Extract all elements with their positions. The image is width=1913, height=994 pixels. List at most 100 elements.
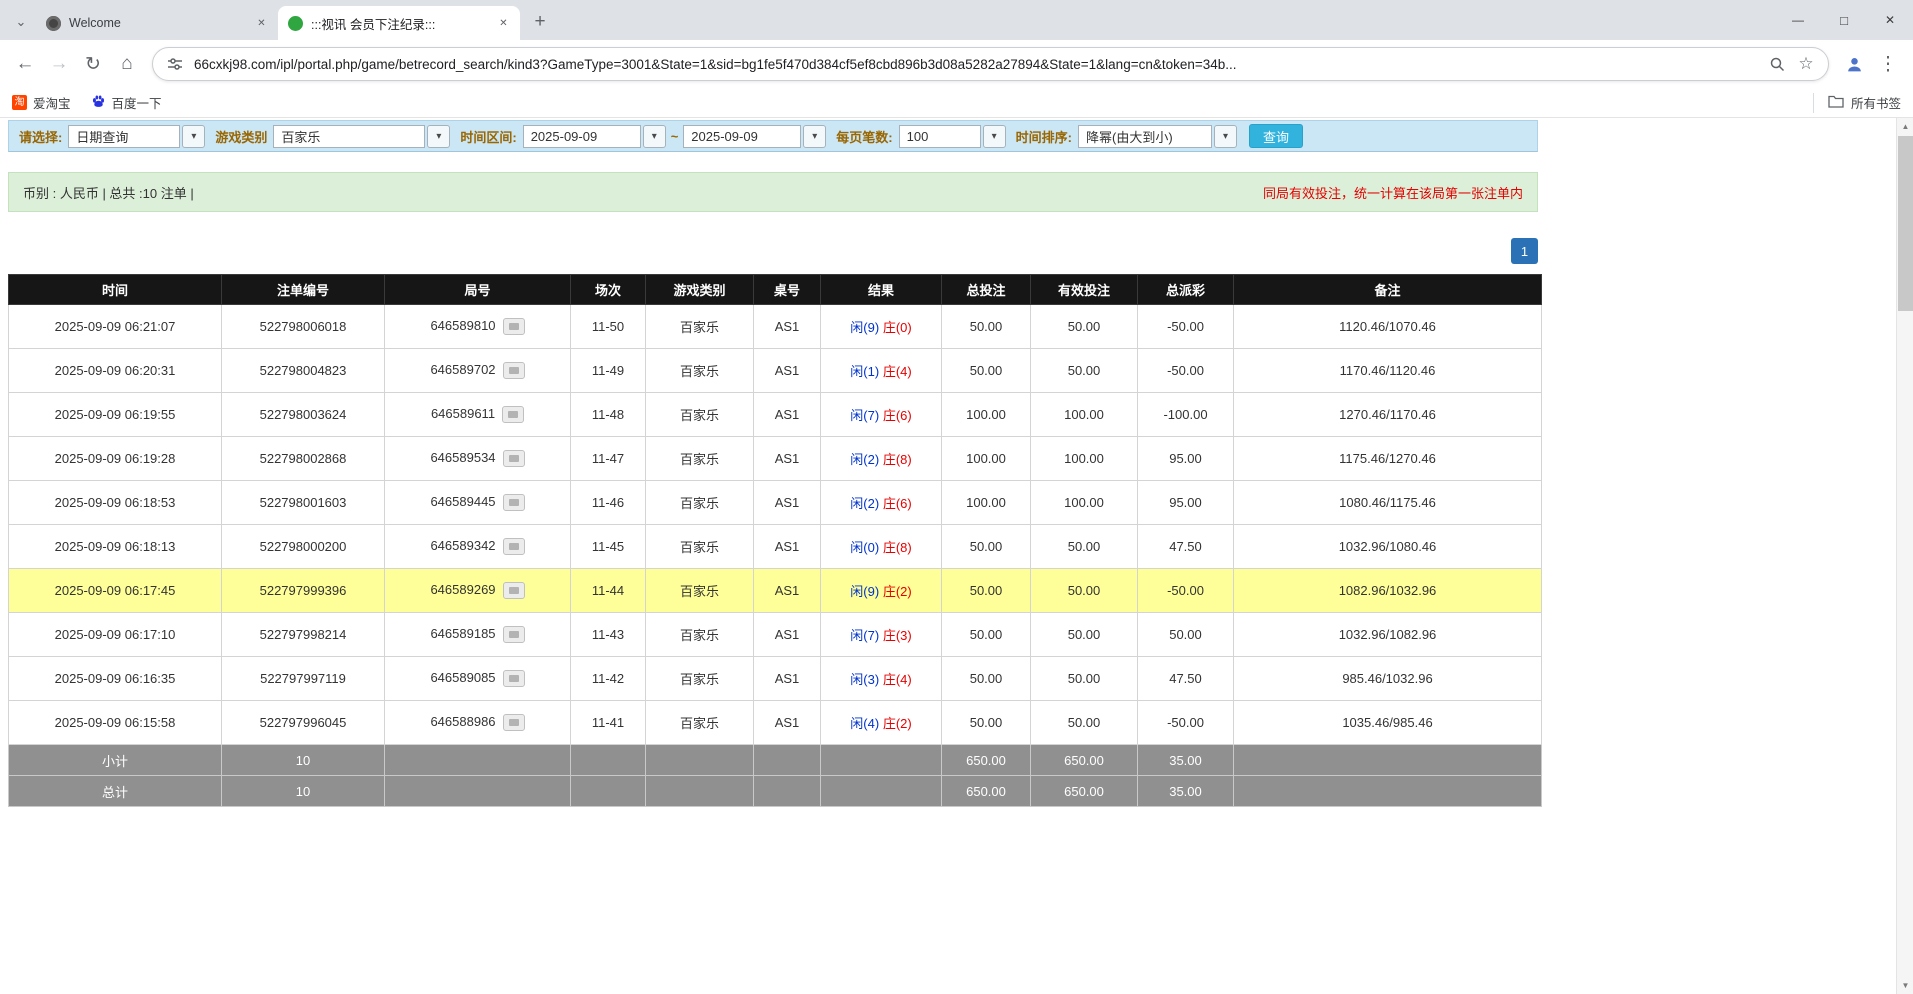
cell-total-bet-link[interactable]: 100.00 xyxy=(942,481,1031,525)
cell-round-id: 646588986 xyxy=(385,701,571,745)
replay-video-icon[interactable] xyxy=(503,670,525,687)
replay-video-icon[interactable] xyxy=(502,406,524,423)
bet-row: 2025-09-09 06:19:55522798003624646589611… xyxy=(9,393,1542,437)
bet-row: 2025-09-09 06:20:31522798004823646589702… xyxy=(9,349,1542,393)
replay-video-icon[interactable] xyxy=(503,362,525,379)
replay-video-icon[interactable] xyxy=(503,626,525,643)
replay-video-icon[interactable] xyxy=(503,450,525,467)
per-page-select[interactable]: 100 ▾ xyxy=(899,125,1006,148)
summary-cell xyxy=(821,776,942,807)
tab-betrecord[interactable]: :::视讯 会员下注纪录::: ✕ xyxy=(278,6,520,40)
cell-total-bet-link[interactable]: 50.00 xyxy=(942,349,1031,393)
chevron-down-icon[interactable]: ▾ xyxy=(427,125,450,148)
scroll-up-icon[interactable]: ▲ xyxy=(1897,118,1913,135)
tab-close-icon[interactable]: ✕ xyxy=(495,15,512,32)
replay-video-icon[interactable] xyxy=(503,538,525,555)
tab-close-icon[interactable]: ✕ xyxy=(253,15,270,32)
time-range-label: 时间区间: xyxy=(460,127,516,146)
cell-total-bet-link[interactable]: 50.00 xyxy=(942,657,1031,701)
bookmark-baidu[interactable]: 百度一下 xyxy=(91,93,162,112)
replay-video-icon[interactable] xyxy=(503,494,525,511)
address-bar[interactable]: 66cxkj98.com/ipl/portal.php/game/betreco… xyxy=(152,47,1829,81)
player-result: 闲(9) xyxy=(850,320,879,335)
cell-total-bet-link[interactable]: 100.00 xyxy=(942,437,1031,481)
bookmark-taobao[interactable]: 淘 爱淘宝 xyxy=(12,93,71,112)
player-result: 闲(7) xyxy=(850,628,879,643)
forward-icon[interactable]: → xyxy=(42,47,76,81)
chevron-down-icon[interactable]: ▾ xyxy=(182,125,205,148)
chevron-down-icon[interactable]: ▾ xyxy=(803,125,826,148)
cell-total-bet-link[interactable]: 100.00 xyxy=(942,393,1031,437)
date-to-value: 2025-09-09 xyxy=(683,125,801,148)
profile-icon[interactable] xyxy=(1837,47,1871,81)
cell-payout: 95.00 xyxy=(1138,437,1234,481)
site-settings-icon[interactable] xyxy=(165,54,185,74)
zoom-icon[interactable] xyxy=(1767,54,1787,74)
player-result: 闲(7) xyxy=(850,408,879,423)
new-tab-button[interactable]: + xyxy=(526,8,554,36)
round-number: 646589445 xyxy=(430,494,495,509)
home-icon[interactable]: ⌂ xyxy=(110,47,144,81)
close-button[interactable]: ✕ xyxy=(1867,0,1913,40)
page-scrollbar[interactable]: ▲ ▼ xyxy=(1896,118,1913,994)
cell-time: 2025-09-09 06:18:13 xyxy=(9,525,222,569)
summary-cell: 10 xyxy=(222,745,385,776)
chevron-down-icon[interactable]: ▾ xyxy=(1214,125,1237,148)
summary-bar: 币别 : 人民币 | 总共 :10 注单 | 同局有效投注，统一计算在该局第一张… xyxy=(8,172,1538,212)
query-type-select[interactable]: 日期查询 ▾ xyxy=(68,125,205,148)
notice-text: 同局有效投注，统一计算在该局第一张注单内 xyxy=(1263,183,1523,202)
cell-total-bet-link[interactable]: 50.00 xyxy=(942,569,1031,613)
reload-icon[interactable]: ↻ xyxy=(76,47,110,81)
cell-round-id: 646589342 xyxy=(385,525,571,569)
query-button[interactable]: 查询 xyxy=(1249,124,1303,148)
bet-row: 2025-09-09 06:18:13522798000200646589342… xyxy=(9,525,1542,569)
bookmark-star-icon[interactable]: ☆ xyxy=(1796,54,1816,74)
date-to-select[interactable]: 2025-09-09 ▾ xyxy=(683,125,826,148)
banker-result: 庄(3) xyxy=(883,628,912,643)
cell-valid-bet: 50.00 xyxy=(1031,349,1138,393)
date-from-select[interactable]: 2025-09-09 ▾ xyxy=(523,125,666,148)
cell-total-bet-link[interactable]: 50.00 xyxy=(942,525,1031,569)
scroll-down-icon[interactable]: ▼ xyxy=(1897,977,1913,994)
minimize-button[interactable]: — xyxy=(1775,0,1821,40)
summary-cell: 650.00 xyxy=(1031,776,1138,807)
cell-game-type: 百家乐 xyxy=(646,305,754,349)
page-content: 请选择: 日期查询 ▾ 游戏类别 百家乐 ▾ 时间区间: 2025-09-09 … xyxy=(0,118,1913,994)
filter-bar: 请选择: 日期查询 ▾ 游戏类别 百家乐 ▾ 时间区间: 2025-09-09 … xyxy=(8,120,1538,152)
cell-payout: -100.00 xyxy=(1138,393,1234,437)
cell-total-bet-link[interactable]: 50.00 xyxy=(942,701,1031,745)
cell-note: 1120.46/1070.46 xyxy=(1234,305,1542,349)
all-bookmarks-button[interactable]: 所有书签 xyxy=(1813,93,1901,113)
cell-table-number: AS1 xyxy=(754,569,821,613)
summary-cell xyxy=(821,745,942,776)
replay-video-icon[interactable] xyxy=(503,714,525,731)
cell-total-bet-link[interactable]: 50.00 xyxy=(942,305,1031,349)
sort-select[interactable]: 降幂(由大到小) ▾ xyxy=(1078,125,1237,148)
per-page-value: 100 xyxy=(899,125,981,148)
cell-session: 11-42 xyxy=(571,657,646,701)
menu-icon[interactable]: ⋮ xyxy=(1871,47,1905,81)
chevron-down-icon[interactable]: ▾ xyxy=(643,125,666,148)
tab-title: :::视讯 会员下注纪录::: xyxy=(311,14,495,33)
tab-welcome[interactable]: Welcome ✕ xyxy=(36,6,278,40)
back-icon[interactable]: ← xyxy=(8,47,42,81)
url-text[interactable]: 66cxkj98.com/ipl/portal.php/game/betreco… xyxy=(194,57,1758,72)
page-1-button[interactable]: 1 xyxy=(1511,238,1538,264)
cell-session: 11-47 xyxy=(571,437,646,481)
folder-icon xyxy=(1828,95,1844,111)
maximize-button[interactable]: □ xyxy=(1821,0,1867,40)
tab-search-button[interactable]: ⌄ xyxy=(8,9,34,35)
replay-video-icon[interactable] xyxy=(503,318,525,335)
bet-row: 2025-09-09 06:18:53522798001603646589445… xyxy=(9,481,1542,525)
game-type-select[interactable]: 百家乐 ▾ xyxy=(273,125,450,148)
player-result: 闲(9) xyxy=(850,584,879,599)
cell-table-number: AS1 xyxy=(754,437,821,481)
round-number: 646588986 xyxy=(430,714,495,729)
replay-video-icon[interactable] xyxy=(503,582,525,599)
scrollbar-thumb[interactable] xyxy=(1898,136,1913,311)
cell-total-bet-link[interactable]: 50.00 xyxy=(942,613,1031,657)
chevron-down-icon[interactable]: ▾ xyxy=(983,125,1006,148)
summary-cell xyxy=(646,776,754,807)
cell-bet-id: 522797998214 xyxy=(222,613,385,657)
summary-cell: 650.00 xyxy=(942,745,1031,776)
